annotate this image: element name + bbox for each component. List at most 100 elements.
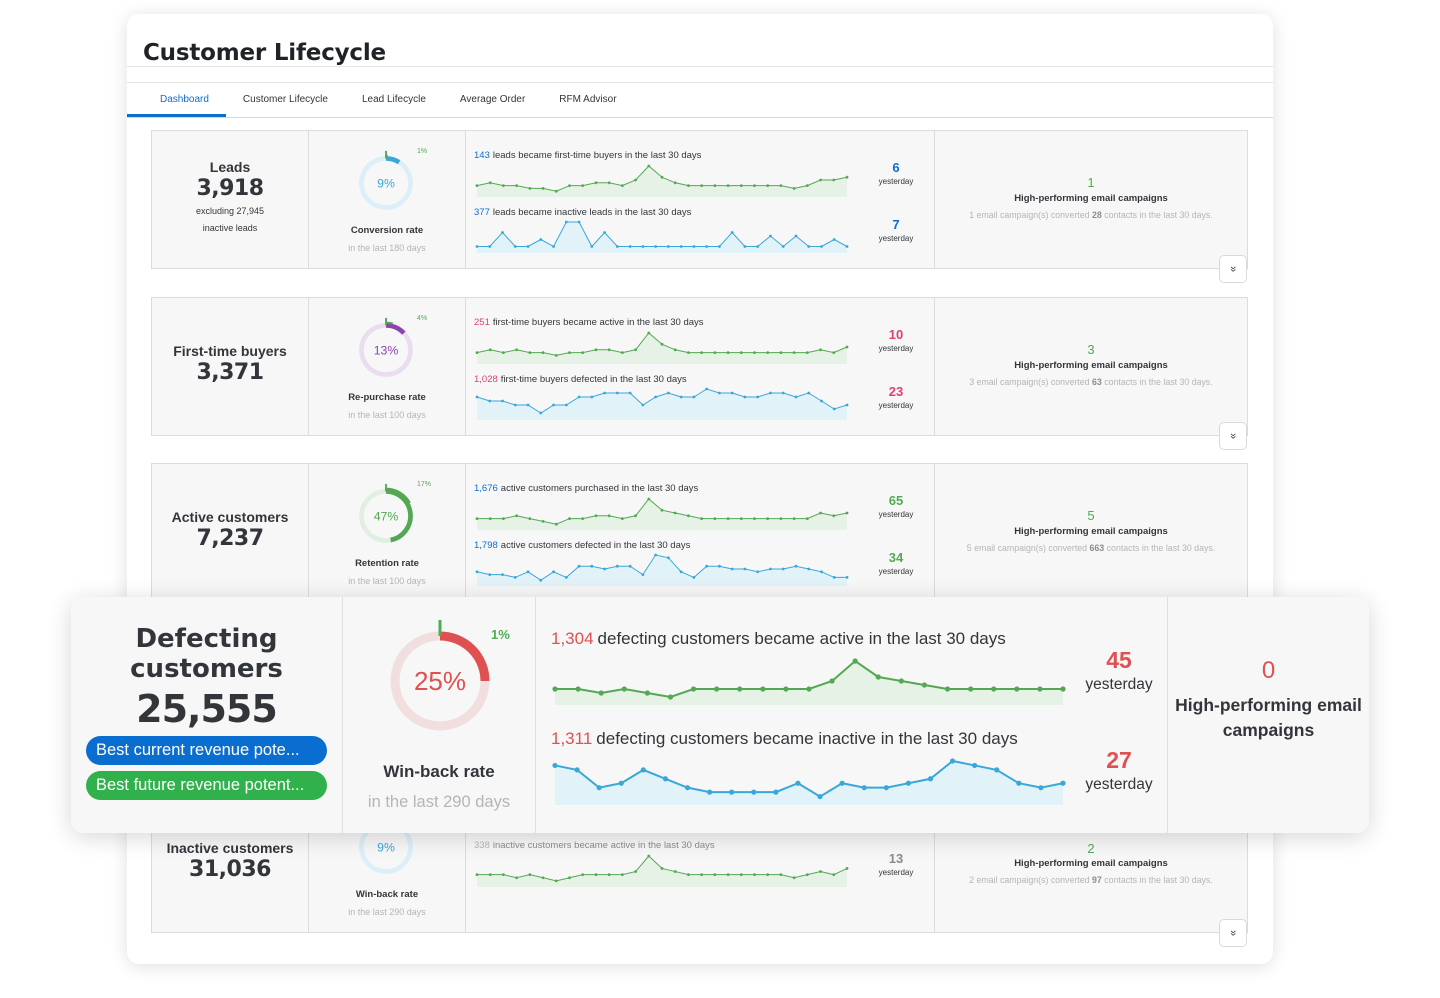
rate-donut-chart: 13%: [359, 317, 413, 377]
expand-button[interactable]: »: [1219, 255, 1247, 283]
sparkline-point: [581, 873, 585, 877]
sparkline-point: [845, 511, 849, 515]
sparkline-point: [718, 564, 721, 568]
campaign-desc-pre: 3 email campaign(s) converted: [969, 377, 1090, 387]
sparkline-point: [779, 873, 783, 877]
sparkline-point: [792, 517, 796, 520]
sparkline-point: [794, 564, 798, 568]
donut-center-label: 9%: [377, 177, 395, 191]
sparkline-point: [603, 567, 606, 571]
segment-summary: Defecting customers 25,555 Best current …: [71, 597, 343, 833]
yesterday-label: yesterday: [878, 177, 914, 186]
campaign-label: High-performing email campaigns: [1175, 695, 1362, 740]
sparkline-point: [488, 573, 492, 576]
sparkline-point: [581, 351, 585, 354]
sparkline-point: [781, 245, 785, 248]
sparkline-point: [760, 686, 766, 692]
campaign-count: 3: [1087, 342, 1095, 357]
sparkline-point: [845, 175, 849, 179]
sparkline-point: [705, 245, 709, 248]
sparkline-point: [1016, 780, 1022, 786]
sparkline-area: [477, 389, 847, 420]
sparkline-chart: [475, 387, 849, 420]
tab-lead-lifecycle[interactable]: Lead Lifecycle: [345, 83, 443, 117]
sparkline-point: [554, 189, 558, 193]
sparkline-point: [684, 785, 691, 791]
sparkline-point: [554, 354, 558, 357]
sparkline-point: [502, 184, 505, 187]
metric-text: 1,798 active customers defected in the la…: [474, 540, 690, 551]
tab-customer-lifecycle[interactable]: Customer Lifecycle: [226, 83, 345, 117]
sparkline-point: [528, 517, 532, 520]
metric-text: 251 first-time buyers became active in th…: [474, 317, 704, 328]
sparkline-point: [769, 234, 772, 238]
sparkline-area: [477, 499, 847, 530]
rate-cell: 47% 17% Retention rate in the last 100 d…: [309, 464, 466, 601]
sparkline-point: [666, 245, 670, 248]
sparkline-point: [515, 876, 519, 880]
sparkline-point: [1060, 686, 1066, 692]
yesterday-label: yesterday: [1085, 776, 1153, 793]
sparkline-point: [673, 870, 677, 873]
best-current-revenue-button[interactable]: Best current revenue pote...: [86, 736, 327, 765]
metric-text: 1,676 active customers purchased in the l…: [474, 483, 698, 494]
sparkline-point: [475, 873, 479, 877]
sparkline-point: [644, 690, 650, 696]
sparkline-point: [1038, 785, 1044, 791]
sparkline-point: [607, 873, 611, 877]
segment-count: 25,555: [136, 687, 278, 731]
best-future-revenue-button[interactable]: Best future revenue potent...: [86, 771, 327, 800]
metric-label: leads became inactive leads in the last …: [492, 207, 692, 218]
sparkline-point: [718, 391, 721, 395]
expand-button[interactable]: »: [1219, 422, 1247, 450]
metric-label: first-time buyers became active in the l…: [492, 317, 704, 328]
sparkline-point: [475, 184, 479, 187]
campaign-desc-post: contacts in the last 30 days.: [1104, 875, 1213, 885]
sparkline-point: [488, 348, 492, 352]
sparkline-point: [620, 184, 624, 187]
sparkline-point: [898, 678, 904, 684]
sparkline-point: [883, 785, 889, 791]
sparkline-point: [730, 231, 734, 234]
tab-dashboard[interactable]: Dashboard: [127, 83, 226, 117]
sparkline-point: [541, 187, 545, 190]
sparkline-point: [628, 564, 632, 568]
tab-rfm-advisor[interactable]: RFM Advisor: [542, 83, 633, 117]
tab-average-order[interactable]: Average Order: [443, 83, 542, 117]
sparkline-point: [488, 873, 492, 877]
sparkline-point: [607, 181, 611, 185]
yesterday-label: yesterday: [1085, 676, 1153, 693]
sparkline-point: [852, 658, 858, 664]
sparkline-point: [620, 873, 624, 877]
sparkline-point: [502, 351, 505, 354]
yesterday-value: 6: [892, 160, 900, 175]
sparkline-area: [477, 555, 847, 586]
sparkline-point: [475, 245, 479, 248]
metrics-cell: 251 first-time buyers became active in th…: [466, 298, 935, 435]
sparkline-point: [792, 876, 796, 880]
expand-button[interactable]: »: [1219, 919, 1247, 947]
sparkline-point: [729, 789, 735, 795]
campaign-contacts: 663: [1089, 543, 1105, 553]
sparkline-point: [564, 403, 568, 407]
sparkline-point: [769, 391, 772, 395]
sparkline-point: [921, 682, 928, 688]
yesterday-label: yesterday: [878, 510, 914, 519]
sparkline-point: [832, 576, 836, 579]
rate-period: in the last 290 days: [367, 793, 511, 811]
sparkline-point: [805, 351, 809, 354]
sparkline-point: [577, 220, 581, 224]
campaign-label: High-performing email campaigns: [1014, 858, 1168, 869]
sparkline-point: [568, 517, 571, 520]
sparkline-point: [541, 876, 545, 880]
sparkline-point: [590, 395, 594, 399]
sparkline-point: [968, 686, 974, 692]
sparkline-point: [832, 178, 836, 182]
rate-donut-chart: 25%: [390, 620, 490, 731]
sparkline-point: [707, 789, 713, 795]
sparkline-point: [944, 686, 951, 692]
sparkline-point: [705, 564, 709, 568]
sparkline-point: [687, 514, 690, 518]
sparkline-point: [726, 184, 730, 187]
rate-label: Re-purchase rate: [348, 392, 426, 403]
